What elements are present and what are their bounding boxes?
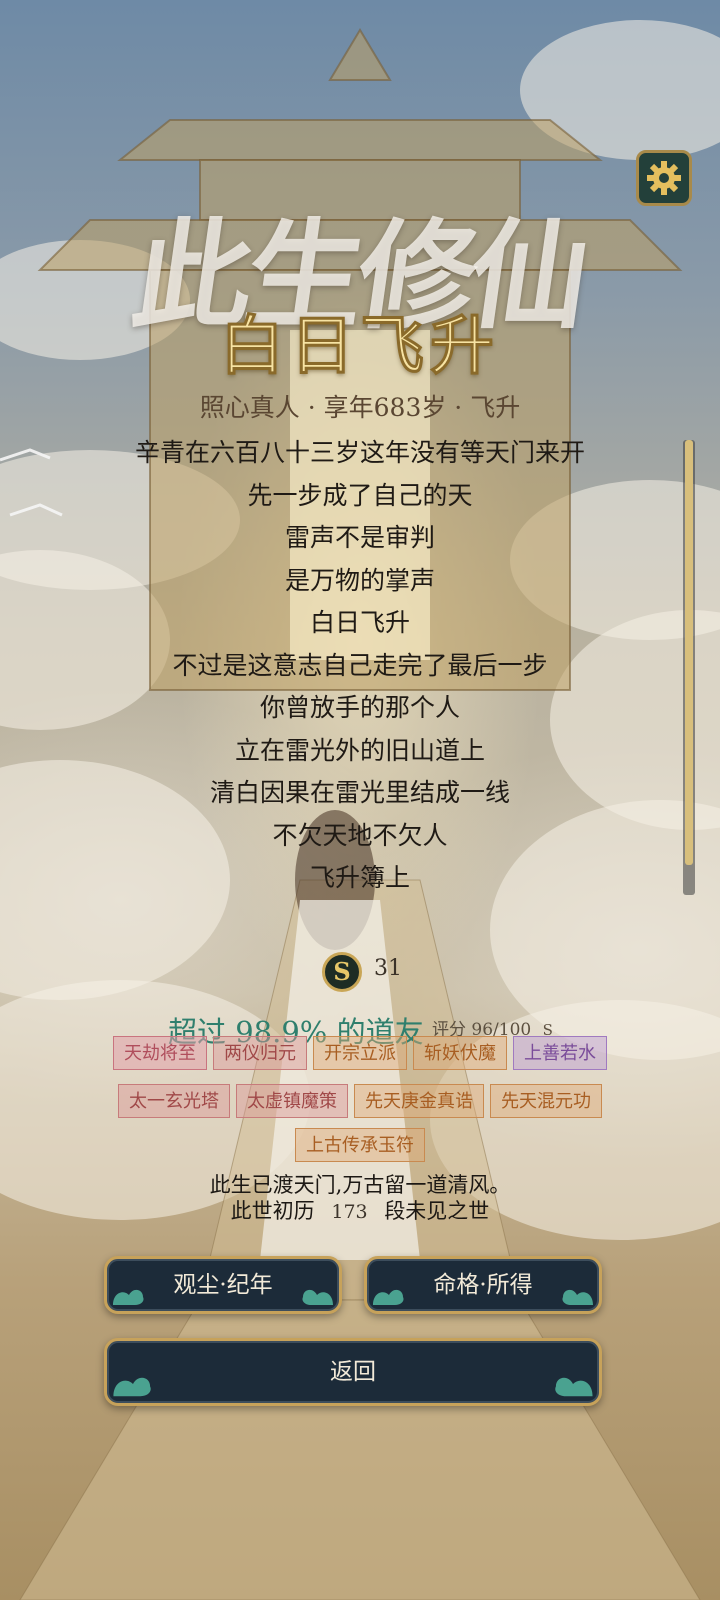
tag-chip[interactable]: 上古传承玉符 xyxy=(295,1128,425,1162)
cloud-ornament-icon xyxy=(113,1377,151,1397)
score-value: 31 xyxy=(374,956,402,981)
poem-line: 白日飞升 xyxy=(309,608,410,637)
epitaph-suffix: 段未见之世 xyxy=(384,1199,490,1223)
fate-button[interactable]: 命格·所得 xyxy=(364,1256,602,1314)
epitaph-prefix: 此世初历 xyxy=(230,1199,315,1223)
chronicle-label: 观尘·纪年 xyxy=(173,1272,273,1298)
tag-chip[interactable]: 天劫将至 xyxy=(113,1036,207,1070)
poem-line: 清白因果在雷光里结成一线 xyxy=(209,778,510,807)
poem-line: 你曾放手的那个人 xyxy=(259,693,460,722)
cloud-ornament-icon xyxy=(373,1289,404,1305)
poem-line: 飞升簿上 xyxy=(309,863,410,892)
character-summary: 照心真人 · 享年683岁 · 飞升 xyxy=(199,393,521,422)
back-button[interactable]: 返回 xyxy=(104,1338,602,1406)
poem-line: 是万物的掌声 xyxy=(284,565,435,595)
tag-chip[interactable]: 先天庚金真诰 xyxy=(354,1084,484,1118)
epitaph-line: 此生已渡天门,万古留一道清风。 xyxy=(209,1173,511,1197)
poem-line: 不过是这意志自己走完了最后一步 xyxy=(172,650,548,680)
ending-poem[interactable]: 辛青在六百八十三岁这年没有等天门来开 先一步成了自己的天 雷声不是审判 是万物的… xyxy=(60,432,660,900)
fate-label: 命格·所得 xyxy=(433,1272,533,1298)
poem-line: 不欠天地不欠人 xyxy=(272,820,448,850)
cloud-ornament-icon xyxy=(113,1289,144,1305)
tag-chip[interactable]: 上善若水 xyxy=(513,1036,607,1070)
back-label: 返回 xyxy=(330,1359,376,1385)
ending-title: 白日飞升 xyxy=(220,309,500,385)
scrollbar-thumb[interactable] xyxy=(685,440,693,865)
tag-row-3: 上古传承玉符 xyxy=(0,1128,720,1162)
tag-chip[interactable]: 两仪归元 xyxy=(213,1036,307,1070)
cloud-ornament-icon xyxy=(562,1289,593,1305)
poem-scrollbar[interactable] xyxy=(683,440,695,895)
poem-line: 辛青在六百八十三岁这年没有等天门来开 xyxy=(134,438,585,467)
poem-line: 先一步成了自己的天 xyxy=(247,480,473,510)
tag-chip[interactable]: 太虚镇魔策 xyxy=(236,1084,348,1118)
epitaph: 此生已渡天门,万古留一道清风。 此世初历 173 段未见之世 xyxy=(0,1172,720,1225)
cloud-ornament-icon xyxy=(302,1289,333,1305)
tag-chip[interactable]: 先天混元功 xyxy=(490,1084,602,1118)
chronicle-button[interactable]: 观尘·纪年 xyxy=(104,1256,342,1314)
tag-row-2: 太一玄光塔 太虚镇魔策 先天庚金真诰 先天混元功 xyxy=(0,1084,720,1118)
tag-chip[interactable]: 开宗立派 xyxy=(313,1036,407,1070)
epitaph-line: 此世初历 173 段未见之世 xyxy=(0,1198,720,1225)
tag-chip[interactable]: 太一玄光塔 xyxy=(118,1084,230,1118)
world-count: 173 xyxy=(331,1201,368,1223)
poem-line: 立在雷光外的旧山道上 xyxy=(234,735,485,765)
tag-row-1: 天劫将至 两仪归元 开宗立派 斩妖伏魔 上善若水 xyxy=(0,1036,720,1070)
cloud-ornament-icon xyxy=(555,1377,593,1397)
poem-line: 雷声不是审判 xyxy=(284,523,435,552)
tag-chip[interactable]: 斩妖伏魔 xyxy=(413,1036,507,1070)
coin-s-icon: S xyxy=(322,952,362,992)
